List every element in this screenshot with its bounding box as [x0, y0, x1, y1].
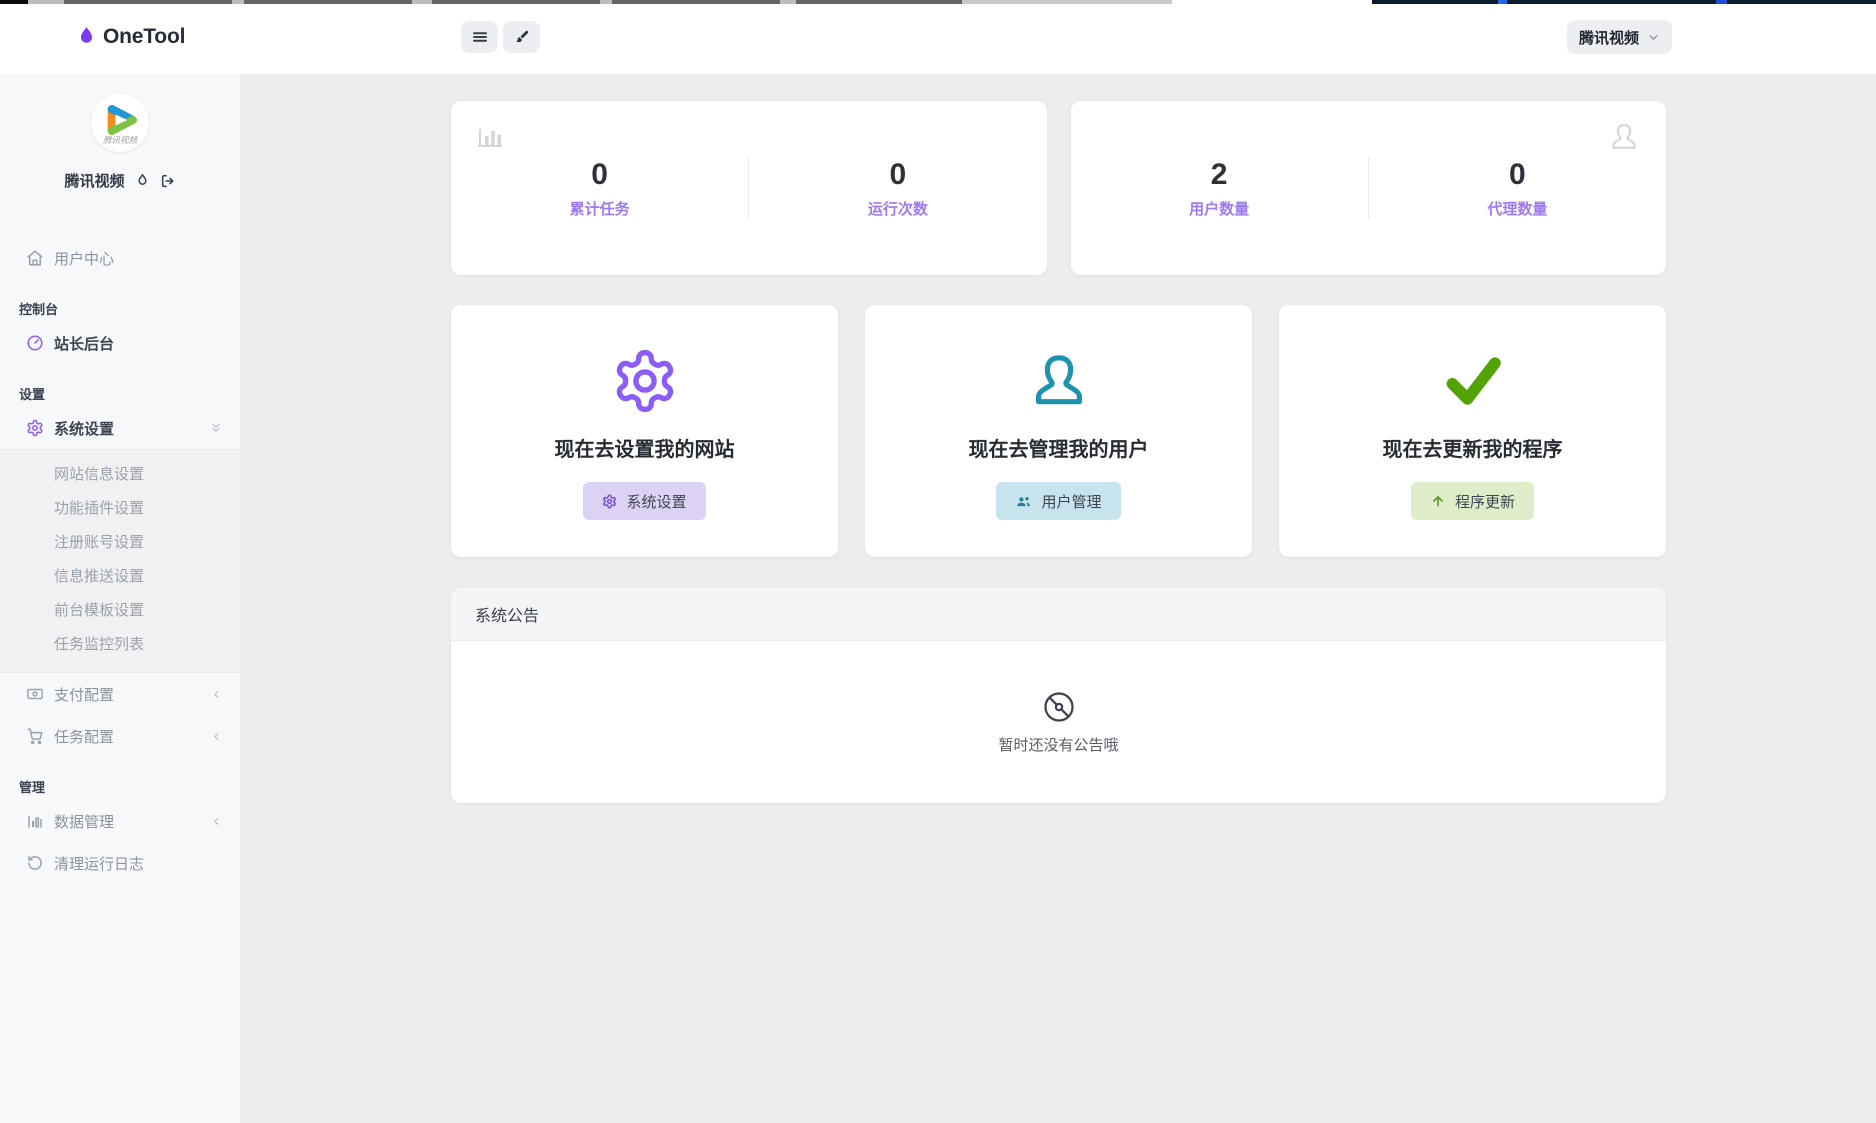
brand: OneTool — [77, 0, 185, 74]
gauge-icon — [25, 334, 45, 352]
sidebar-toggle-button[interactable] — [461, 21, 498, 53]
sidebar-section-console: 控制台 — [0, 299, 240, 318]
submenu-item-register-account[interactable]: 注册账号设置 — [0, 526, 240, 560]
site-switcher-label: 腾讯视频 — [1579, 27, 1639, 48]
announcement-header: 系统公告 — [451, 588, 1666, 641]
site-switcher-dropdown[interactable]: 腾讯视频 — [1567, 20, 1672, 54]
stat-label: 用户数量 — [1071, 198, 1368, 219]
action-card-title: 现在去更新我的程序 — [1383, 433, 1563, 462]
sidebar-item-label: 任务配置 — [54, 726, 114, 747]
users-icon — [1015, 493, 1032, 510]
stat-user-count: 2 用户数量 — [1071, 158, 1368, 219]
system-settings-submenu: 网站信息设置 功能插件设置 注册账号设置 信息推送设置 前台模板设置 任务监控列… — [0, 449, 240, 673]
update-program-card: 现在去更新我的程序 程序更新 — [1279, 305, 1666, 557]
sidebar-item-system-settings[interactable]: 系统设置 — [0, 407, 240, 449]
stat-value: 0 — [451, 158, 748, 191]
announcement-panel: 系统公告 暂时还没有公告哦 — [451, 588, 1666, 803]
home-icon — [25, 249, 45, 267]
theme-brush-button[interactable] — [503, 21, 540, 53]
chevron-double-down-icon — [210, 422, 222, 434]
check-icon — [1437, 345, 1509, 417]
sidebar-section-settings: 设置 — [0, 384, 240, 403]
person-icon — [1608, 121, 1640, 153]
chevron-down-icon — [1647, 31, 1660, 44]
sidebar-item-webmaster-console[interactable]: 站长后台 — [0, 322, 240, 364]
sidebar-item-label: 系统设置 — [54, 418, 114, 439]
button-label: 用户管理 — [1041, 491, 1101, 512]
user-icon — [1028, 345, 1090, 417]
submenu-item-plugins[interactable]: 功能插件设置 — [0, 492, 240, 526]
submenu-item-task-monitor[interactable]: 任务监控列表 — [0, 628, 240, 662]
action-card-title: 现在去管理我的用户 — [969, 433, 1149, 462]
manage-users-card: 现在去管理我的用户 用户管理 — [865, 305, 1252, 557]
tasks-stat-card: 0 累计任务 0 运行次数 — [451, 101, 1047, 275]
stat-agent-count: 0 代理数量 — [1369, 158, 1666, 219]
submenu-item-front-template[interactable]: 前台模板设置 — [0, 594, 240, 628]
refresh-icon — [25, 854, 45, 872]
gear-icon — [611, 345, 679, 417]
chart-bars-icon — [475, 121, 505, 151]
chevron-left-icon — [211, 689, 222, 700]
stat-label: 累计任务 — [451, 198, 748, 219]
button-label: 系统设置 — [626, 491, 686, 512]
brand-name: OneTool — [103, 25, 185, 49]
stat-run-count: 0 运行次数 — [749, 158, 1046, 219]
empty-text: 暂时还没有公告哦 — [998, 734, 1118, 755]
onetool-logo-icon — [77, 26, 96, 48]
stat-label: 代理数量 — [1369, 198, 1666, 219]
action-cards-row: 现在去设置我的网站 系统设置 现在去管理我的用户 用户管理 — [451, 305, 1666, 557]
button-label: 程序更新 — [1455, 491, 1515, 512]
stat-value: 0 — [1369, 158, 1666, 191]
sidebar-item-user-center[interactable]: 用户中心 — [0, 237, 240, 279]
submenu-item-message-push[interactable]: 信息推送设置 — [0, 560, 240, 594]
chevron-left-icon — [211, 816, 222, 827]
stat-value: 2 — [1071, 158, 1368, 191]
program-update-button[interactable]: 程序更新 — [1411, 482, 1534, 520]
profile-name: 腾讯视频 — [64, 170, 124, 191]
users-stat-card: 2 用户数量 0 代理数量 — [1071, 101, 1667, 275]
main-content: 0 累计任务 0 运行次数 2 用户数量 0 — [241, 74, 1876, 1123]
submenu-item-site-info[interactable]: 网站信息设置 — [0, 458, 240, 492]
avatar-caption: 腾讯视频 — [103, 134, 137, 146]
arrow-up-icon — [1430, 493, 1446, 509]
site-avatar[interactable]: 腾讯视频 — [91, 94, 149, 152]
sidebar-section-manage: 管理 — [0, 777, 240, 796]
browser-tab-strip — [0, 0, 1876, 4]
stat-total-tasks: 0 累计任务 — [451, 158, 748, 219]
sidebar-item-data-manage[interactable]: 数据管理 — [0, 800, 240, 842]
sidebar-item-payment-config[interactable]: 支付配置 — [0, 673, 240, 715]
stat-label: 运行次数 — [749, 198, 1046, 219]
user-management-button[interactable]: 用户管理 — [996, 482, 1120, 520]
gear-icon — [602, 494, 617, 509]
gear-icon — [25, 419, 45, 437]
paintbrush-icon — [513, 29, 530, 46]
sidebar-menu: 用户中心 控制台 站长后台 设置 系统设置 网站信息设置 功能插件设置 注册账号… — [0, 237, 240, 884]
sidebar-profile: 腾讯视频 腾讯视频 — [0, 74, 240, 191]
action-card-title: 现在去设置我的网站 — [555, 433, 735, 462]
chevron-left-icon — [211, 731, 222, 742]
bar-chart-icon — [25, 812, 45, 830]
drop-icon[interactable] — [135, 173, 150, 188]
empty-disc-icon — [1041, 689, 1077, 725]
stat-value: 0 — [749, 158, 1046, 191]
sidebar-item-clear-logs[interactable]: 清理运行日志 — [0, 842, 240, 884]
sidebar-item-label: 支付配置 — [54, 684, 114, 705]
cart-icon — [25, 727, 45, 745]
topbar: OneTool 腾讯视频 — [0, 0, 1876, 74]
sidebar-item-label: 站长后台 — [54, 333, 114, 354]
stats-row: 0 累计任务 0 运行次数 2 用户数量 0 — [451, 101, 1666, 275]
setup-site-card: 现在去设置我的网站 系统设置 — [451, 305, 838, 557]
system-settings-button[interactable]: 系统设置 — [583, 482, 705, 520]
announcement-empty-state: 暂时还没有公告哦 — [451, 641, 1666, 803]
sidebar-item-label: 数据管理 — [54, 811, 114, 832]
sidebar-item-label: 用户中心 — [54, 248, 114, 269]
sidebar-item-task-config[interactable]: 任务配置 — [0, 715, 240, 757]
hamburger-icon — [471, 28, 489, 46]
banknote-icon — [25, 685, 45, 703]
sidebar: 腾讯视频 腾讯视频 用户中心 控制台 站长后台 设置 — [0, 74, 241, 1123]
logout-icon[interactable] — [160, 173, 176, 189]
sidebar-item-label: 清理运行日志 — [54, 853, 144, 874]
